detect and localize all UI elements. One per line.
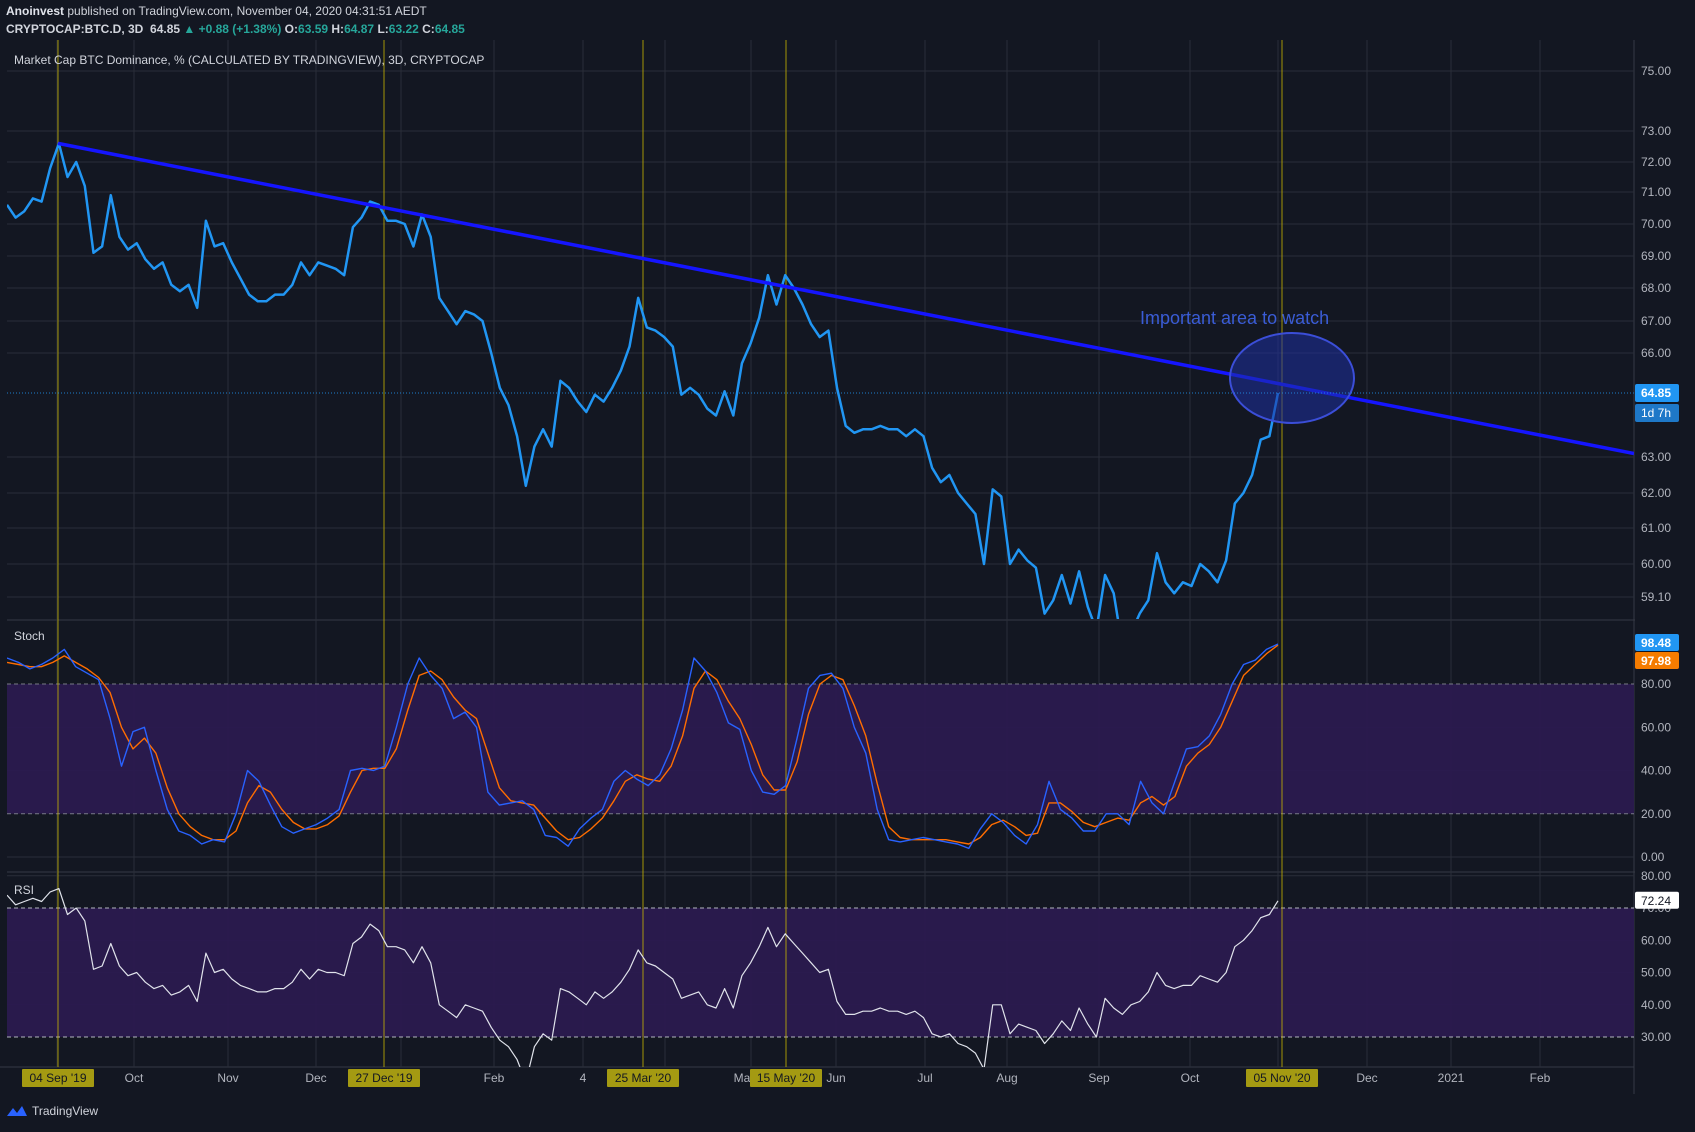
- open-value: 63.59: [298, 22, 329, 36]
- event-date-label: 05 Nov '20: [1254, 1071, 1311, 1085]
- tradingview-logo[interactable]: TradingView: [6, 1104, 98, 1118]
- low-value: 63.22: [388, 22, 419, 36]
- tradingview-logo-icon: [7, 1106, 27, 1116]
- time-tick-label: Oct: [1181, 1071, 1200, 1085]
- time-tick-label: Dec: [1356, 1071, 1377, 1085]
- price-change: ▲ +0.88 (+1.38%): [183, 22, 282, 36]
- price-tick-label: 61.00: [1641, 521, 1671, 535]
- symbol-label[interactable]: CRYPTOCAP:BTC.D, 3D: [6, 22, 143, 36]
- publish-line: Anoinvest published on TradingView.com, …: [6, 4, 427, 18]
- rsi-tick-label: 80.00: [1641, 869, 1671, 883]
- time-tick-label: Nov: [217, 1071, 238, 1085]
- event-date-label: 27 Dec '19: [356, 1071, 413, 1085]
- price-tick-label: 70.00: [1641, 217, 1671, 231]
- price-tick-label: 60.00: [1641, 557, 1671, 571]
- time-tick-label: Jun: [826, 1071, 845, 1085]
- price-tick-label: 69.00: [1641, 249, 1671, 263]
- last-price: 64.85: [150, 22, 181, 36]
- time-tick-label: Jul: [917, 1071, 932, 1085]
- stoch-tick-label: 0.00: [1641, 850, 1665, 864]
- price-tick-label: 62.00: [1641, 486, 1671, 500]
- close-value: 64.85: [434, 22, 465, 36]
- last-price-label: 64.85: [1641, 386, 1671, 400]
- time-tick-label: Feb: [484, 1071, 505, 1085]
- stoch-d-label: 97.98: [1641, 654, 1671, 668]
- price-tick-label: 68.00: [1641, 281, 1671, 295]
- price-tick-label: 72.00: [1641, 155, 1671, 169]
- author-name[interactable]: Anoinvest: [6, 4, 64, 18]
- time-tick-label: Aug: [996, 1071, 1017, 1085]
- price-tick-label: 66.00: [1641, 346, 1671, 360]
- low-label: L:: [377, 22, 389, 36]
- chart-canvas: Important area to watch 75.00 73.00 72.00 7…: [0, 0, 1695, 1132]
- publish-info: published on TradingView.com, November 0…: [67, 4, 427, 18]
- price-tick-label: 75.00: [1641, 64, 1671, 78]
- annotation-text: Important area to watch: [1140, 308, 1329, 328]
- rsi-tick-label: 30.00: [1641, 1030, 1671, 1044]
- time-tick-label: Dec: [305, 1071, 326, 1085]
- stoch-pane-title: Stoch: [14, 629, 45, 643]
- high-value: 64.87: [344, 22, 375, 36]
- countdown-label: 1d 7h: [1641, 406, 1671, 420]
- rsi-tick-label: 60.00: [1641, 933, 1671, 947]
- branding-label: TradingView: [32, 1104, 99, 1118]
- high-label: H:: [331, 22, 345, 36]
- stoch-band: [7, 684, 1634, 814]
- price-tick-label: 59.10: [1641, 590, 1671, 604]
- rsi-tick-label: 40.00: [1641, 998, 1671, 1012]
- rsi-tick-label: 50.00: [1641, 966, 1671, 980]
- stoch-tick-label: 80.00: [1641, 677, 1671, 691]
- open-label: O:: [284, 22, 299, 36]
- time-tick-label: Feb: [1530, 1071, 1551, 1085]
- event-date-label: 15 May '20: [757, 1071, 816, 1085]
- price-tick-label: 67.00: [1641, 314, 1671, 328]
- time-tick-label: 2021: [1438, 1071, 1465, 1085]
- rsi-pane-title: RSI: [14, 883, 34, 897]
- stoch-tick-label: 40.00: [1641, 764, 1671, 778]
- stoch-k-label: 98.48: [1641, 636, 1671, 650]
- highlight-ellipse: [1229, 332, 1355, 424]
- legend-line: CRYPTOCAP:BTC.D, 3D 64.85 ▲ +0.88 (+1.38…: [6, 22, 465, 36]
- time-tick-label: 4: [580, 1071, 587, 1085]
- price-tick-label: 73.00: [1641, 124, 1671, 138]
- time-tick-label: Sep: [1088, 1071, 1110, 1085]
- stoch-tick-label: 60.00: [1641, 720, 1671, 734]
- close-label: C:: [422, 22, 435, 36]
- price-tick-label: 71.00: [1641, 185, 1671, 199]
- stoch-tick-label: 20.00: [1641, 807, 1671, 821]
- time-tick-label: Oct: [125, 1071, 144, 1085]
- main-pane-title: Market Cap BTC Dominance, % (CALCULATED …: [14, 53, 484, 67]
- rsi-value-label: 72.24: [1641, 894, 1671, 908]
- footer-bar: [0, 1094, 1695, 1132]
- event-date-label: 04 Sep '19: [29, 1071, 86, 1085]
- event-date-label: 25 Mar '20: [615, 1071, 672, 1085]
- price-tick-label: 63.00: [1641, 450, 1671, 464]
